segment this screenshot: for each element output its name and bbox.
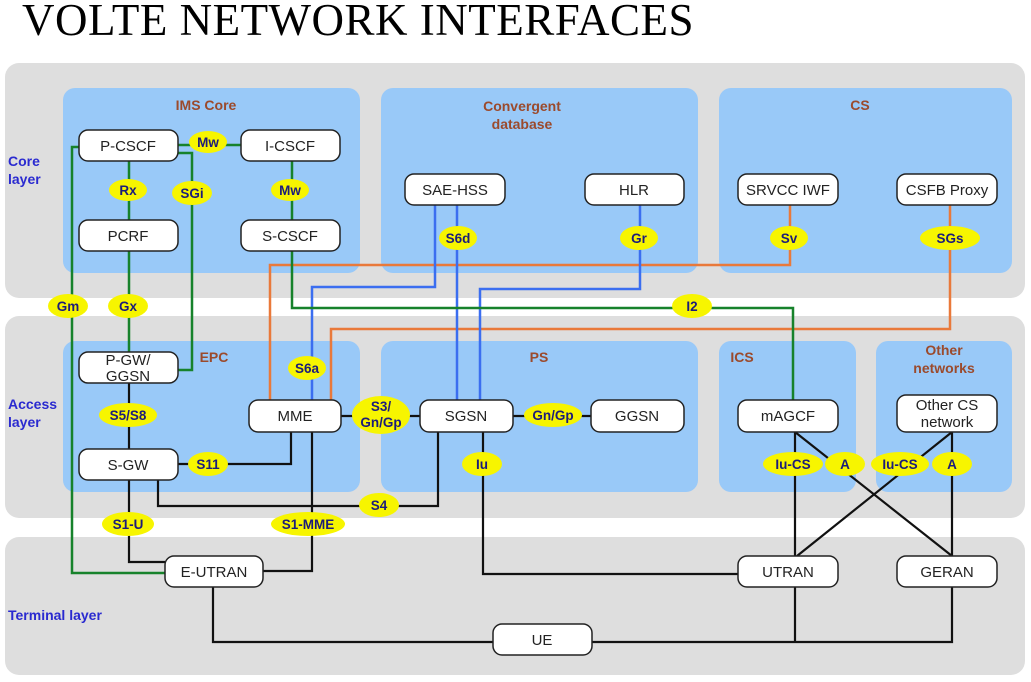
- svg-text:network: network: [921, 414, 974, 431]
- svg-text:Mw: Mw: [197, 135, 219, 150]
- interface-s6d: S6d: [439, 226, 477, 250]
- interface-s1-mme: S1-MME: [271, 512, 345, 536]
- epc-title: EPC: [200, 349, 229, 365]
- volte-diagram: Core layer Access layer Terminal layer IMS…: [5, 63, 1025, 675]
- svg-text:GERAN: GERAN: [920, 564, 973, 581]
- svg-text:Rx: Rx: [119, 183, 137, 198]
- svg-text:I2: I2: [686, 299, 697, 314]
- node-other-cs-network[interactable]: Other CSnetwork: [896, 394, 998, 433]
- node-ggsn[interactable]: GGSN: [590, 399, 685, 433]
- svg-text:SAE-HSS: SAE-HSS: [422, 182, 488, 199]
- cs-title: CS: [850, 97, 869, 113]
- interface-s5s8: S5/S8: [99, 403, 157, 427]
- node-e-utran[interactable]: E-UTRAN: [164, 555, 264, 588]
- interface-mw-2: Mw: [271, 179, 309, 201]
- node-sgw[interactable]: S-GW: [78, 448, 179, 481]
- node-magcf[interactable]: mAGCF: [737, 399, 839, 433]
- svg-text:CSFB Proxy: CSFB Proxy: [906, 182, 989, 199]
- node-pgw-ggsn[interactable]: P-GW/GGSN: [78, 351, 179, 385]
- ims-core-title: IMS Core: [176, 97, 237, 113]
- interface-s11: S11: [188, 452, 228, 476]
- interface-iu-cs-1: Iu-CS: [763, 452, 823, 476]
- svg-text:S4: S4: [371, 498, 388, 513]
- svg-text:SGSN: SGSN: [445, 408, 488, 425]
- interface-gr: Gr: [620, 226, 658, 250]
- node-scscf[interactable]: S-CSCF: [240, 219, 341, 252]
- node-icscf[interactable]: I-CSCF: [240, 129, 341, 162]
- node-geran[interactable]: GERAN: [896, 555, 998, 588]
- svg-text:Sv: Sv: [781, 231, 798, 246]
- interface-a-2: A: [932, 452, 972, 476]
- interface-i2: I2: [672, 294, 712, 318]
- svg-text:MME: MME: [278, 408, 313, 425]
- interface-sv: Sv: [770, 226, 808, 250]
- interface-a-1: A: [825, 452, 865, 476]
- node-pcscf[interactable]: P-CSCF: [78, 129, 179, 162]
- svg-text:S3/: S3/: [371, 399, 392, 414]
- node-hlr[interactable]: HLR: [584, 173, 685, 206]
- interface-mw-1: Mw: [189, 131, 227, 153]
- svg-text:S-GW: S-GW: [108, 457, 150, 474]
- interface-sgs: SGs: [920, 226, 980, 250]
- node-csfb-proxy[interactable]: CSFB Proxy: [896, 173, 998, 206]
- svg-text:Iu-CS: Iu-CS: [775, 457, 810, 472]
- svg-text:S1-U: S1-U: [113, 517, 144, 532]
- node-pcrf[interactable]: PCRF: [78, 219, 179, 252]
- interface-iu-cs-2: Iu-CS: [871, 452, 929, 476]
- svg-text:Gn/Gp: Gn/Gp: [532, 408, 573, 423]
- svg-text:A: A: [947, 457, 957, 472]
- svg-text:SGs: SGs: [936, 231, 963, 246]
- svg-text:A: A: [840, 457, 850, 472]
- svg-text:Iu: Iu: [476, 457, 488, 472]
- svg-text:Other CS: Other CS: [916, 397, 979, 414]
- svg-text:P-GW/: P-GW/: [106, 352, 152, 369]
- node-utran[interactable]: UTRAN: [737, 555, 839, 588]
- ps-title: PS: [530, 349, 549, 365]
- node-srvcc-iwf[interactable]: SRVCC IWF: [737, 173, 839, 206]
- interface-rx: Rx: [109, 179, 147, 201]
- svg-text:mAGCF: mAGCF: [761, 408, 815, 425]
- node-mme[interactable]: MME: [248, 399, 342, 433]
- interface-gn-gp: Gn/Gp: [524, 403, 582, 427]
- svg-text:Gm: Gm: [57, 299, 80, 314]
- svg-text:Iu-CS: Iu-CS: [882, 457, 917, 472]
- svg-text:UTRAN: UTRAN: [762, 564, 814, 581]
- svg-text:S-CSCF: S-CSCF: [262, 228, 318, 245]
- svg-text:Gr: Gr: [631, 231, 648, 246]
- svg-text:S6d: S6d: [446, 231, 471, 246]
- svg-text:SRVCC IWF: SRVCC IWF: [746, 182, 830, 199]
- node-sae-hss[interactable]: SAE-HSS: [404, 173, 506, 206]
- svg-text:P-CSCF: P-CSCF: [100, 138, 156, 155]
- svg-text:GGSN: GGSN: [615, 408, 659, 425]
- interface-gx: Gx: [108, 294, 148, 318]
- svg-text:S1-MME: S1-MME: [282, 517, 335, 532]
- interface-s1-u: S1-U: [102, 512, 154, 536]
- node-sgsn[interactable]: SGSN: [419, 399, 514, 433]
- svg-text:S6a: S6a: [295, 361, 320, 376]
- interface-s3-gn-gp: S3/Gn/Gp: [352, 396, 410, 434]
- svg-text:PCRF: PCRF: [108, 228, 149, 245]
- svg-text:Gx: Gx: [119, 299, 138, 314]
- interface-gm: Gm: [48, 294, 88, 318]
- svg-text:S5/S8: S5/S8: [110, 408, 147, 423]
- svg-text:S11: S11: [196, 457, 220, 472]
- svg-text:UE: UE: [532, 632, 553, 649]
- node-ue[interactable]: UE: [492, 623, 593, 656]
- interface-s6a: S6a: [288, 356, 326, 380]
- ics-title: ICS: [730, 349, 753, 365]
- svg-text:SGi: SGi: [180, 186, 203, 201]
- svg-text:Gn/Gp: Gn/Gp: [360, 415, 401, 430]
- svg-text:E-UTRAN: E-UTRAN: [181, 564, 248, 581]
- svg-text:Mw: Mw: [279, 183, 301, 198]
- interface-sgi: SGi: [172, 181, 212, 205]
- interface-s4: S4: [359, 493, 399, 517]
- svg-text:I-CSCF: I-CSCF: [265, 138, 315, 155]
- terminal-layer-label: Terminal layer: [8, 607, 102, 623]
- svg-text:HLR: HLR: [619, 182, 649, 199]
- svg-text:GGSN: GGSN: [106, 368, 150, 385]
- interface-iu: Iu: [462, 452, 502, 476]
